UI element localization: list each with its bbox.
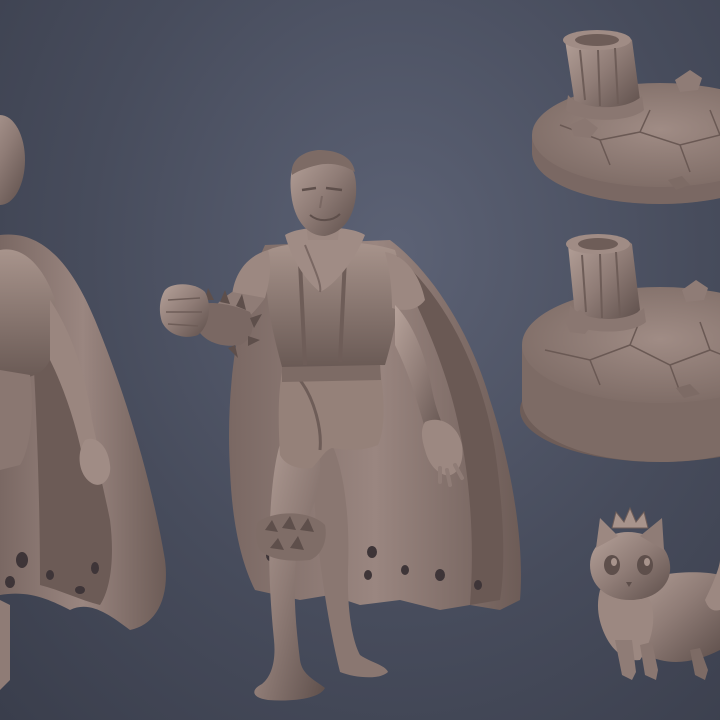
ruined-pillar-base xyxy=(532,30,720,204)
hero-back-view xyxy=(0,115,166,690)
sculpt-render-scene xyxy=(0,0,720,720)
ruined-pillar-base-variant xyxy=(520,234,720,462)
crowned-cat-companion xyxy=(590,506,720,680)
hero-front-view xyxy=(159,150,521,701)
